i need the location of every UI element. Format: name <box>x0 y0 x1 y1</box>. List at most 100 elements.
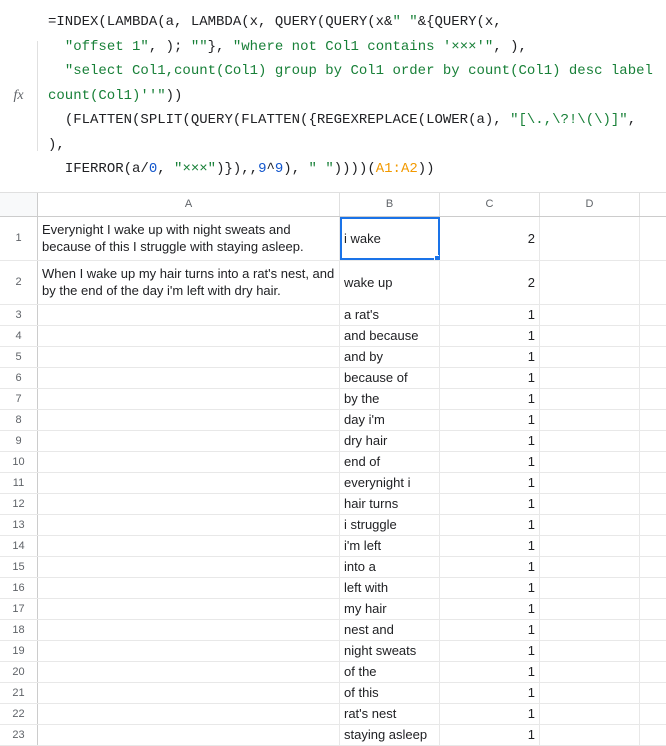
cell-B11[interactable]: everynight i <box>340 473 440 493</box>
cell-A21[interactable] <box>38 683 340 703</box>
cell-A10[interactable] <box>38 452 340 472</box>
cell-B21[interactable]: of this <box>340 683 440 703</box>
cell-C9[interactable]: 1 <box>440 431 540 451</box>
cell-D1[interactable] <box>540 217 640 260</box>
row-header[interactable]: 20 <box>0 662 38 682</box>
row-header[interactable]: 11 <box>0 473 38 493</box>
cell-A1[interactable]: Everynight I wake up with night sweats a… <box>38 217 340 260</box>
cell-A18[interactable] <box>38 620 340 640</box>
cell-B8[interactable]: day i'm <box>340 410 440 430</box>
cell-D19[interactable] <box>540 641 640 661</box>
cell-D14[interactable] <box>540 536 640 556</box>
cell-B5[interactable]: and by <box>340 347 440 367</box>
cell-A19[interactable] <box>38 641 340 661</box>
cell-A13[interactable] <box>38 515 340 535</box>
cell-D18[interactable] <box>540 620 640 640</box>
cell-D11[interactable] <box>540 473 640 493</box>
row-header[interactable]: 17 <box>0 599 38 619</box>
cell-D4[interactable] <box>540 326 640 346</box>
cell-C3[interactable]: 1 <box>440 305 540 325</box>
cell-D5[interactable] <box>540 347 640 367</box>
cell-A17[interactable] <box>38 599 340 619</box>
row-header[interactable]: 12 <box>0 494 38 514</box>
cell-D20[interactable] <box>540 662 640 682</box>
cell-D10[interactable] <box>540 452 640 472</box>
cell-A5[interactable] <box>38 347 340 367</box>
cell-D17[interactable] <box>540 599 640 619</box>
cell-A6[interactable] <box>38 368 340 388</box>
cell-C13[interactable]: 1 <box>440 515 540 535</box>
cell-C20[interactable]: 1 <box>440 662 540 682</box>
row-header[interactable]: 10 <box>0 452 38 472</box>
cell-D16[interactable] <box>540 578 640 598</box>
cell-B18[interactable]: nest and <box>340 620 440 640</box>
cell-C23[interactable]: 1 <box>440 725 540 745</box>
cell-C10[interactable]: 1 <box>440 452 540 472</box>
cell-D23[interactable] <box>540 725 640 745</box>
cell-C8[interactable]: 1 <box>440 410 540 430</box>
column-header-C[interactable]: C <box>440 193 540 216</box>
cell-C19[interactable]: 1 <box>440 641 540 661</box>
cell-D15[interactable] <box>540 557 640 577</box>
cell-B19[interactable]: night sweats <box>340 641 440 661</box>
cell-A14[interactable] <box>38 536 340 556</box>
cell-B16[interactable]: left with <box>340 578 440 598</box>
column-header-B[interactable]: B <box>340 193 440 216</box>
cell-C5[interactable]: 1 <box>440 347 540 367</box>
cell-D8[interactable] <box>540 410 640 430</box>
cell-C21[interactable]: 1 <box>440 683 540 703</box>
cell-C11[interactable]: 1 <box>440 473 540 493</box>
cell-A23[interactable] <box>38 725 340 745</box>
cell-C14[interactable]: 1 <box>440 536 540 556</box>
column-header-A[interactable]: A <box>38 193 340 216</box>
cell-D6[interactable] <box>540 368 640 388</box>
cell-B17[interactable]: my hair <box>340 599 440 619</box>
cell-C16[interactable]: 1 <box>440 578 540 598</box>
row-header[interactable]: 23 <box>0 725 38 745</box>
row-header[interactable]: 8 <box>0 410 38 430</box>
cell-C12[interactable]: 1 <box>440 494 540 514</box>
row-header[interactable]: 19 <box>0 641 38 661</box>
select-all-corner[interactable] <box>0 193 38 216</box>
cell-C4[interactable]: 1 <box>440 326 540 346</box>
cell-C18[interactable]: 1 <box>440 620 540 640</box>
column-header-D[interactable]: D <box>540 193 640 216</box>
cell-A2[interactable]: When I wake up my hair turns into a rat'… <box>38 261 340 304</box>
cell-A8[interactable] <box>38 410 340 430</box>
cell-A16[interactable] <box>38 578 340 598</box>
row-header[interactable]: 6 <box>0 368 38 388</box>
cell-D22[interactable] <box>540 704 640 724</box>
cell-A20[interactable] <box>38 662 340 682</box>
row-header[interactable]: 14 <box>0 536 38 556</box>
cell-A7[interactable] <box>38 389 340 409</box>
cell-B4[interactable]: and because <box>340 326 440 346</box>
cell-B12[interactable]: hair turns <box>340 494 440 514</box>
cell-A12[interactable] <box>38 494 340 514</box>
row-header[interactable]: 9 <box>0 431 38 451</box>
row-header[interactable]: 4 <box>0 326 38 346</box>
cell-B6[interactable]: because of <box>340 368 440 388</box>
cell-B23[interactable]: staying asleep <box>340 725 440 745</box>
cell-A3[interactable] <box>38 305 340 325</box>
cell-B13[interactable]: i struggle <box>340 515 440 535</box>
cell-B1[interactable]: i wake <box>340 217 440 260</box>
cell-C2[interactable]: 2 <box>440 261 540 304</box>
cell-C7[interactable]: 1 <box>440 389 540 409</box>
cell-B20[interactable]: of the <box>340 662 440 682</box>
cell-A11[interactable] <box>38 473 340 493</box>
row-header[interactable]: 7 <box>0 389 38 409</box>
cell-C15[interactable]: 1 <box>440 557 540 577</box>
row-header[interactable]: 5 <box>0 347 38 367</box>
cell-B2[interactable]: wake up <box>340 261 440 304</box>
cell-D3[interactable] <box>540 305 640 325</box>
cell-D2[interactable] <box>540 261 640 304</box>
cell-B9[interactable]: dry hair <box>340 431 440 451</box>
row-header[interactable]: 15 <box>0 557 38 577</box>
cell-B3[interactable]: a rat's <box>340 305 440 325</box>
cell-A9[interactable] <box>38 431 340 451</box>
cell-D12[interactable] <box>540 494 640 514</box>
cell-D9[interactable] <box>540 431 640 451</box>
row-header[interactable]: 13 <box>0 515 38 535</box>
row-header[interactable]: 1 <box>0 217 38 260</box>
row-header[interactable]: 18 <box>0 620 38 640</box>
